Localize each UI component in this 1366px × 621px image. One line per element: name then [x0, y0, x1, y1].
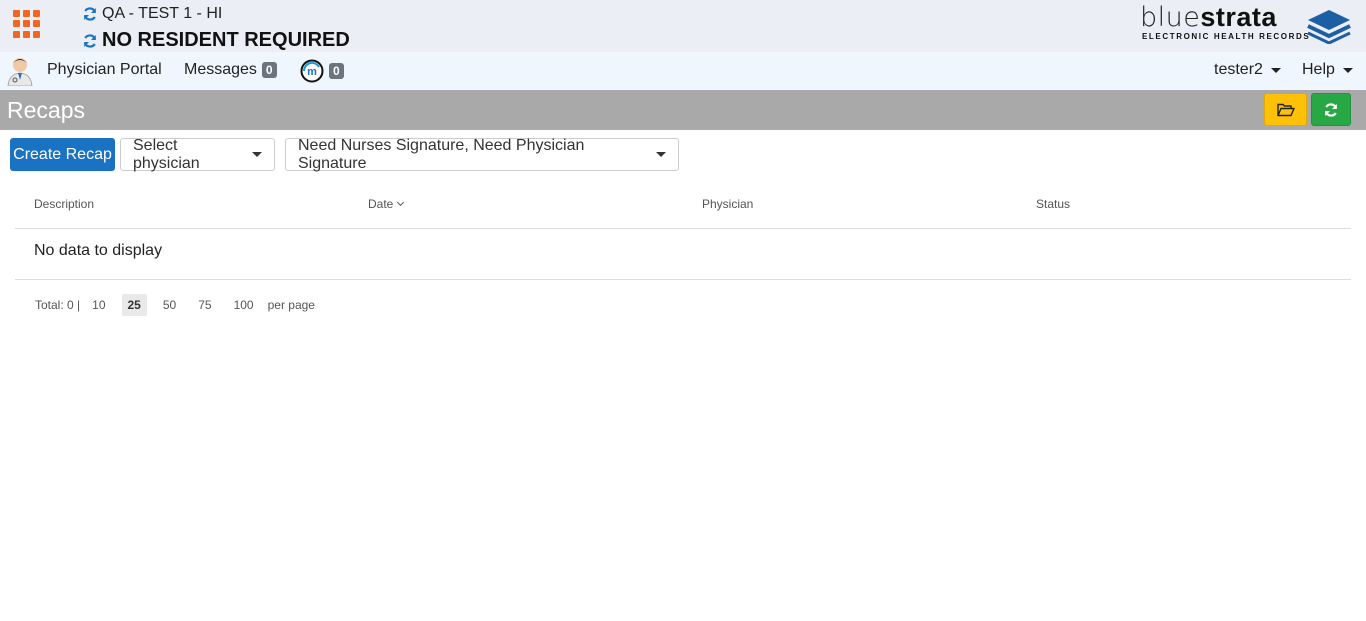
facility-name: QA - TEST 1 - HI [102, 5, 223, 22]
chevron-down-icon [656, 152, 666, 157]
open-folder-button[interactable] [1264, 93, 1307, 126]
page-title-bar: Recaps [0, 90, 1366, 130]
logo-strata-text: strata [1200, 2, 1277, 32]
nav-physician-portal-label: Physician Portal [47, 61, 162, 78]
pagination: Total: 0 | 10 25 50 75 100 per page [35, 294, 315, 316]
page-size-100[interactable]: 100 [228, 294, 260, 316]
column-description[interactable]: Description [34, 197, 94, 211]
nav-m-app[interactable]: m 0 [300, 59, 344, 83]
per-page-label: per page [267, 298, 315, 312]
page-size-50[interactable]: 50 [157, 294, 182, 316]
user-menu[interactable]: tester2 [1214, 61, 1281, 79]
resident-name: NO RESIDENT REQUIRED [102, 29, 350, 51]
m-app-icon: m [300, 59, 324, 83]
status-filter-value: Need Nurses Signature, Need Physician Si… [298, 136, 585, 172]
help-label: Help [1302, 61, 1335, 78]
chevron-down-icon [252, 152, 262, 157]
resident-selector[interactable]: NO RESIDENT REQUIRED [82, 29, 350, 52]
empty-message: No data to display [34, 242, 163, 259]
column-date[interactable]: Date [368, 197, 405, 211]
sort-down-icon [397, 198, 405, 207]
column-physician[interactable]: Physician [702, 197, 753, 211]
physician-select-value: Select physician [133, 136, 200, 172]
column-date-label: Date [368, 197, 394, 211]
logo-blue-text: blue [1140, 2, 1201, 33]
page-size-10[interactable]: 10 [86, 294, 111, 316]
sync-icon [83, 33, 97, 48]
total-count: Total: 0 | [35, 298, 81, 312]
help-menu[interactable]: Help [1302, 61, 1353, 79]
chevron-down-icon [1342, 67, 1353, 73]
svg-text:m: m [307, 66, 317, 78]
nav-bar: Physician Portal Messages 0 m 0 tester2 … [0, 52, 1366, 90]
page-size-25[interactable]: 25 [121, 294, 147, 316]
m-count-badge: 0 [329, 63, 344, 79]
refresh-icon [1324, 102, 1338, 117]
user-name: tester2 [1214, 61, 1263, 78]
nav-messages[interactable]: Messages 0 [184, 61, 277, 79]
page-title: Recaps [7, 97, 85, 123]
layers-logo-icon [1307, 10, 1351, 44]
table-empty-row: No data to display [15, 229, 1351, 280]
nav-messages-label: Messages [184, 61, 257, 78]
physician-avatar-icon[interactable] [6, 56, 34, 86]
nav-physician-portal[interactable]: Physician Portal [47, 61, 162, 79]
physician-select[interactable]: Select physician [120, 136, 275, 172]
column-status[interactable]: Status [1036, 197, 1070, 211]
create-recap-button[interactable]: Create Recap [10, 138, 115, 171]
facility-selector[interactable]: QA - TEST 1 - HI [82, 5, 222, 23]
refresh-button[interactable] [1311, 93, 1351, 126]
app-header: QA - TEST 1 - HI NO RESIDENT REQUIRED bl… [0, 0, 1366, 52]
folder-open-icon [1276, 103, 1295, 116]
status-filter-select[interactable]: Need Nurses Signature, Need Physician Si… [285, 136, 679, 172]
logo-subtitle: ELECTRONIC HEALTH RECORDS [1142, 32, 1311, 41]
bluestrata-logo: bluestrata ELECTRONIC HEALTH RECORDS [1140, 2, 1352, 46]
page-size-75[interactable]: 75 [192, 294, 217, 316]
recaps-table-header: Description Date Physician Status [15, 190, 1351, 229]
apps-grid-icon[interactable] [13, 10, 41, 38]
chevron-down-icon [1270, 67, 1281, 73]
sync-icon [83, 7, 97, 21]
messages-count-badge: 0 [261, 62, 277, 78]
